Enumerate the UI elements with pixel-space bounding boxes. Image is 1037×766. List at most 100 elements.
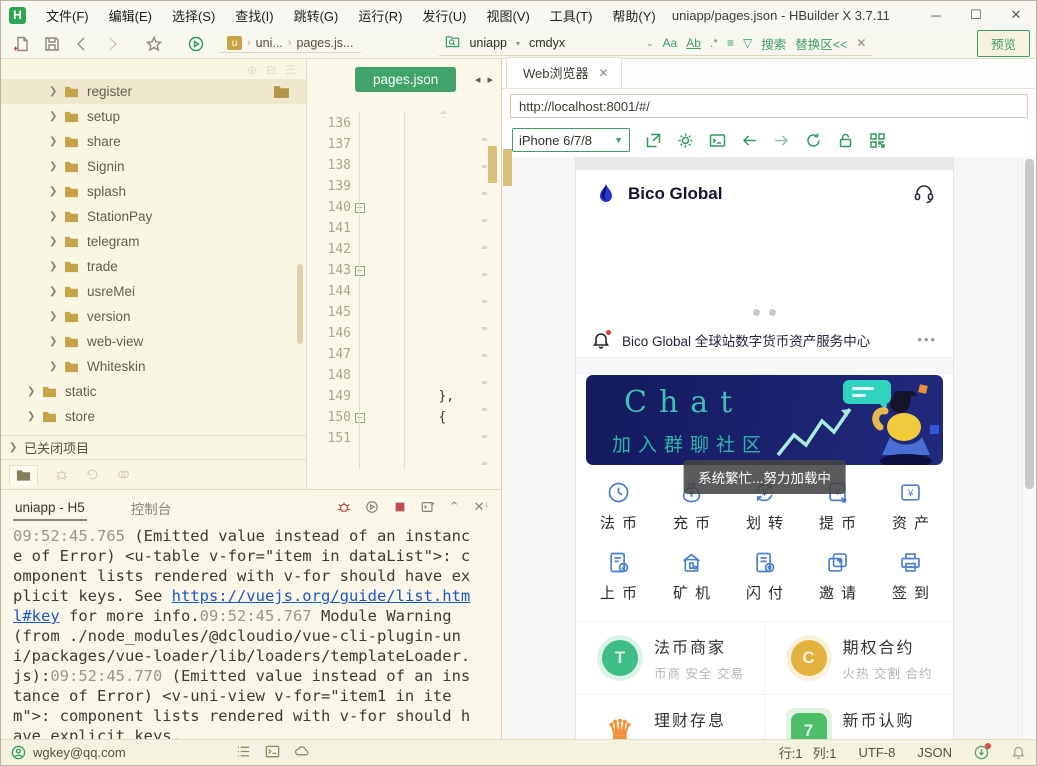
browser-tab[interactable]: Web浏览器 ✕ <box>506 57 622 88</box>
explorer-tab-files-icon[interactable] <box>9 465 38 485</box>
fold-icon[interactable]: − <box>355 413 365 423</box>
editor-line[interactable]: 145 <box>307 302 501 323</box>
preview-button[interactable]: 预览 <box>977 30 1030 57</box>
tree-item-StationPay[interactable]: ❯StationPay <box>1 204 306 229</box>
console-tab-uniapp-h5[interactable]: uniapp - H5 <box>13 494 87 521</box>
breadcrumb-project[interactable]: uni... <box>256 36 283 50</box>
feature-card[interactable]: T法币商家币商 安全 交易 <box>576 622 765 695</box>
multiline-icon[interactable]: ≡ <box>727 36 734 50</box>
fold-icon[interactable]: − <box>355 203 365 213</box>
menu-item[interactable]: 发行(U) <box>412 2 476 29</box>
explorer-tab-debug-icon[interactable] <box>54 468 69 481</box>
menu-item[interactable]: 编辑(E) <box>99 2 162 29</box>
whole-word-icon[interactable]: Ab <box>686 36 701 50</box>
tab-scroll-right-icon[interactable]: ▸ <box>487 74 495 86</box>
explorer-scrollbar[interactable] <box>297 264 303 344</box>
account-item[interactable]: wgkey@qq.com <box>11 745 126 760</box>
search-button[interactable]: 搜索 <box>761 34 786 53</box>
nav-back-icon[interactable] <box>741 132 758 149</box>
editor-lines[interactable]: 136137138139140−141142143−14414514614714… <box>307 99 501 449</box>
back-icon[interactable] <box>67 32 97 56</box>
replace-toggle-button[interactable]: 替换区<< <box>795 34 847 53</box>
tree-item-store[interactable]: ❯store <box>1 404 306 429</box>
quick-action-clock[interactable]: 法币 <box>582 479 655 533</box>
tree-item-setup[interactable]: ❯setup <box>1 104 306 129</box>
settings-gear-icon[interactable] <box>677 132 694 149</box>
collapse-panel-icon[interactable]: ⌃ <box>449 499 460 515</box>
menu-item[interactable]: 视图(V) <box>476 2 539 29</box>
menu-item[interactable]: 文件(F) <box>36 2 99 29</box>
editor-line[interactable]: 151 <box>307 428 501 449</box>
carousel-dot[interactable] <box>753 309 760 316</box>
quick-action-miner[interactable]: 矿机 <box>655 549 728 603</box>
lock-icon[interactable] <box>837 132 854 149</box>
feature-card[interactable]: 7新币认购项目 便捷 申购 <box>765 695 954 739</box>
menu-item[interactable]: 帮助(Y) <box>602 2 665 29</box>
close-search-icon[interactable]: ✕ <box>856 36 866 50</box>
tab-scroll-left-icon[interactable]: ◂ <box>475 74 483 86</box>
editor-line[interactable]: 146 <box>307 323 501 344</box>
customer-service-icon[interactable] <box>913 183 935 205</box>
breadcrumb-file[interactable]: pages.js... <box>296 36 353 50</box>
tree-item-version[interactable]: ❯version <box>1 304 306 329</box>
filter-icon[interactable]: ▽ <box>743 36 752 50</box>
outline-list-icon[interactable] <box>236 744 251 762</box>
encoding[interactable]: UTF-8 <box>858 745 895 760</box>
editor-line[interactable]: 150− { <box>307 407 501 428</box>
tree-item-usreMei[interactable]: ❯usreMei <box>1 279 306 304</box>
editor-line[interactable]: 139 <box>307 176 501 197</box>
save-icon[interactable] <box>37 32 67 56</box>
menu-item[interactable]: 运行(R) <box>348 2 412 29</box>
tree-item-Whiteskin[interactable]: ❯Whiteskin <box>1 354 306 379</box>
cursor-col[interactable]: 列:1 <box>813 743 837 762</box>
new-terminal-icon[interactable] <box>421 500 435 514</box>
editor-line[interactable]: 147 <box>307 344 501 365</box>
quick-action-flash[interactable]: 闪付 <box>728 549 801 603</box>
quick-action-invite[interactable]: 邀请 <box>801 549 874 603</box>
notice-bar[interactable]: Bico Global 全球站数字货币资产服务中心 ••• <box>576 322 953 358</box>
devtools-console-icon[interactable] <box>709 132 726 149</box>
carousel-dot[interactable] <box>769 309 776 316</box>
tree-item-web-view[interactable]: ❯web-view <box>1 329 306 354</box>
tree-item-splash[interactable]: ❯splash <box>1 179 306 204</box>
quick-action-listing[interactable]: 上币 <box>582 549 655 603</box>
clear-console-icon[interactable]: ✕↓ <box>474 499 489 515</box>
editor-line[interactable]: 142 <box>307 239 501 260</box>
editor-line[interactable]: 143− <box>307 260 501 281</box>
tree-item-share[interactable]: ❯share <box>1 129 306 154</box>
quick-action-assets[interactable]: ¥资产 <box>874 479 947 533</box>
cloud-sync-icon[interactable] <box>294 744 309 762</box>
editor-line[interactable]: 141 <box>307 218 501 239</box>
quick-action-checkin[interactable]: 签到 <box>874 549 947 603</box>
terminal-icon[interactable] <box>265 744 280 762</box>
menu-item[interactable]: 查找(I) <box>225 2 283 29</box>
tree-item-trade[interactable]: ❯trade <box>1 254 306 279</box>
notifications-bell-icon[interactable] <box>1011 745 1026 760</box>
run-icon[interactable] <box>181 32 211 56</box>
minimize-button[interactable]: ─ <box>916 1 956 29</box>
editor-line[interactable]: 149 }, <box>307 386 501 407</box>
filetype[interactable]: JSON <box>917 745 952 760</box>
fold-icon[interactable]: − <box>355 266 365 276</box>
menu-item[interactable]: 跳转(G) <box>284 2 349 29</box>
qrcode-icon[interactable] <box>869 132 886 149</box>
maximize-button[interactable]: ☐ <box>956 1 996 29</box>
search-history-icon[interactable]: ⌄ <box>646 38 654 49</box>
chat-banner[interactable]: Chat 加入群聊社区 <box>586 375 943 465</box>
scope-dropdown-icon[interactable]: ▾ <box>516 39 520 48</box>
editor-scrollbar-thumb[interactable] <box>488 146 497 183</box>
editor-line[interactable]: 137 <box>307 134 501 155</box>
regex-icon[interactable]: .* <box>710 36 718 50</box>
console-log[interactable]: 09:52:45.765 (Emitted value instead of a… <box>1 524 501 739</box>
editor-line[interactable]: 138 <box>307 155 501 176</box>
stop-icon[interactable] <box>393 500 407 514</box>
console-tab-terminal[interactable]: 控制台 <box>129 492 174 522</box>
code-editor[interactable]: pages.json ◂ ▸ 136137138139140−141142143… <box>307 59 501 489</box>
tree-item-Signin[interactable]: ❯Signin <box>1 154 306 179</box>
closed-projects-section[interactable]: ❯ 已关闭项目 <box>1 435 306 459</box>
close-button[interactable]: ✕ <box>996 1 1036 29</box>
reload-icon[interactable] <box>805 132 822 149</box>
device-select[interactable]: iPhone 6/7/8 ▼ <box>512 128 630 152</box>
tree-item-register[interactable]: ❯register <box>1 79 306 104</box>
menu-item[interactable]: 工具(T) <box>540 2 603 29</box>
